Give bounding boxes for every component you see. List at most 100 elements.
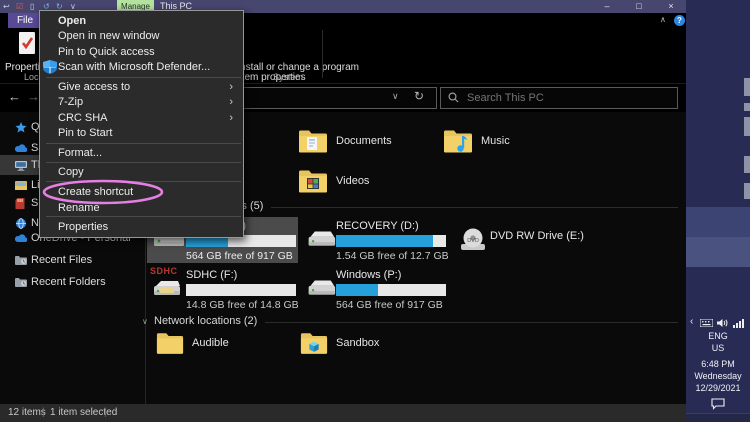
back-icon[interactable]: ← [8, 89, 21, 104]
action-center-icon[interactable] [711, 398, 725, 410]
menu-item-copy[interactable]: Copy [40, 165, 243, 179]
menu-item-pin-quick-access[interactable]: Pin to Quick access [40, 45, 243, 59]
qat-new-folder-icon[interactable]: ▯ [30, 1, 34, 12]
folder-label: Documents [336, 135, 392, 147]
qat-properties-icon[interactable]: ☑ [16, 1, 23, 12]
status-divider: | [42, 404, 45, 422]
close-button[interactable]: × [660, 0, 682, 13]
menu-item-7zip[interactable]: 7-Zip › [40, 95, 243, 109]
folder-label: Audible [192, 337, 229, 349]
group-header-rule [265, 322, 678, 323]
network-icon [15, 218, 27, 229]
show-desktop-button[interactable] [686, 413, 750, 422]
folder-label: Sandbox [336, 337, 379, 349]
menu-item-create-shortcut[interactable]: Create shortcut [40, 185, 243, 199]
tray-language-region[interactable]: US [686, 343, 750, 353]
help-icon[interactable]: ? [674, 15, 685, 26]
clock-weekday[interactable]: Wednesday [686, 371, 750, 381]
touch-keyboard-icon[interactable] [700, 319, 713, 327]
drive-free-space: 1.54 GB free of 12.7 GB [336, 250, 449, 262]
ribbon-group-separator [322, 30, 323, 78]
hard-drive-icon [306, 228, 336, 251]
libraries-icon [15, 180, 27, 190]
qat-explorer-icon[interactable]: ↩ [3, 1, 10, 12]
system-group-label: System [248, 72, 328, 82]
documents-folder-icon [298, 128, 328, 154]
menu-item-format[interactable]: Format... [40, 146, 243, 160]
menu-separator [46, 162, 241, 163]
taskbar-mail-tile[interactable] [686, 207, 750, 237]
items-count: 12 items [8, 404, 46, 422]
sidebar-item-recent-files[interactable]: Recent Files [0, 250, 145, 270]
submenu-chevron-icon: › [229, 95, 233, 109]
drive-name[interactable]: DVD RW Drive (E:) [490, 230, 584, 242]
music-folder-icon [443, 128, 473, 154]
folder-item-music[interactable]: Music [443, 128, 510, 154]
menu-item-label: 7-Zip [58, 96, 83, 108]
running-indicator [744, 117, 750, 136]
properties-icon [16, 31, 38, 57]
context-menu: Open Open in new window Pin to Quick acc… [39, 10, 244, 238]
maximize-button[interactable]: □ [628, 0, 650, 13]
folder-item-documents[interactable]: Documents [298, 128, 392, 154]
menu-item-label: Give access to [58, 81, 130, 93]
star-icon [15, 122, 27, 133]
status-bar: 12 items | 1 item selected | [0, 404, 686, 422]
tray-hidden-icons-chevron[interactable]: ‹ [690, 316, 693, 327]
network-signal-icon[interactable] [733, 318, 744, 328]
menu-item-open[interactable]: Open [40, 14, 243, 28]
menu-item-give-access[interactable]: Give access to› [40, 80, 243, 94]
menu-item-scan-defender[interactable]: Scan with Microsoft Defender... [40, 60, 243, 74]
cloud-icon [15, 144, 27, 153]
drive-name[interactable]: Windows (P:) [336, 269, 401, 281]
search-box[interactable] [440, 87, 678, 109]
sidebar-item-label: Recent Files [31, 254, 92, 266]
submenu-chevron-icon: › [229, 111, 233, 125]
network-item-audible[interactable]: Audible [156, 330, 229, 356]
drive-name[interactable]: RECOVERY (D:) [336, 220, 419, 232]
menu-item-open-new-window[interactable]: Open in new window [40, 29, 243, 43]
drive-free-space: 14.8 GB free of 14.8 GB [186, 299, 299, 311]
menu-separator [46, 77, 241, 78]
videos-folder-icon [298, 168, 328, 194]
recent-files-icon [15, 255, 27, 265]
group-header-label: Network locations (2) [154, 315, 257, 327]
folder-label: Music [481, 135, 510, 147]
menu-item-label: Scan with Microsoft Defender... [58, 61, 210, 73]
collapse-ribbon-icon[interactable]: ∧ [660, 15, 666, 24]
taskbar: ‹ ENG US 6:48 PM Wednesday 12/29/2021 [686, 0, 750, 422]
group-header-rule [271, 207, 678, 208]
menu-item-pin-to-start[interactable]: Pin to Start [40, 126, 243, 140]
recent-folders-icon [15, 277, 27, 287]
minimize-button[interactable]: – [596, 0, 618, 13]
sidebar-item-recent-folders[interactable]: Recent Folders [0, 272, 145, 292]
capacity-bar [336, 235, 446, 247]
running-indicator [744, 156, 750, 173]
tray-language[interactable]: ENG [686, 331, 750, 341]
taskbar-explorer-tile[interactable] [686, 237, 750, 267]
desktop-screen: ↩ ☑ ▯ ↺ ↻ ∨ Manage This PC – □ × File ∧ … [0, 0, 750, 422]
volume-icon[interactable] [717, 318, 728, 328]
network-item-sandbox[interactable]: Sandbox [300, 330, 379, 356]
search-input[interactable] [465, 88, 669, 108]
menu-item-crc-sha[interactable]: CRC SHA › [40, 111, 243, 125]
onedrive-cloud-icon [15, 234, 27, 243]
folder-item-videos[interactable]: Videos [298, 168, 369, 194]
clock-time[interactable]: 6:48 PM [686, 359, 750, 369]
sandbox-folder-icon [300, 330, 328, 356]
menu-item-properties[interactable]: Properties [40, 220, 243, 234]
search-icon [448, 92, 459, 103]
capacity-bar [186, 284, 296, 296]
menu-item-rename[interactable]: Rename [40, 201, 243, 215]
address-dropdown-icon[interactable]: ∨ [392, 91, 399, 102]
running-indicator [744, 78, 750, 96]
file-menu-button[interactable]: File [8, 13, 42, 28]
clock-date[interactable]: 12/29/2021 [686, 383, 750, 393]
capacity-bar [336, 284, 446, 296]
dvd-drive-icon: DVD [459, 226, 487, 254]
refresh-icon[interactable]: ↻ [414, 89, 424, 103]
collapse-group-icon[interactable]: ∨ [142, 317, 154, 326]
menu-item-label: CRC SHA [58, 112, 108, 124]
network-group-header: ∨ Network locations (2) [142, 315, 678, 327]
drive-name[interactable]: SDHC (F:) [186, 269, 237, 281]
